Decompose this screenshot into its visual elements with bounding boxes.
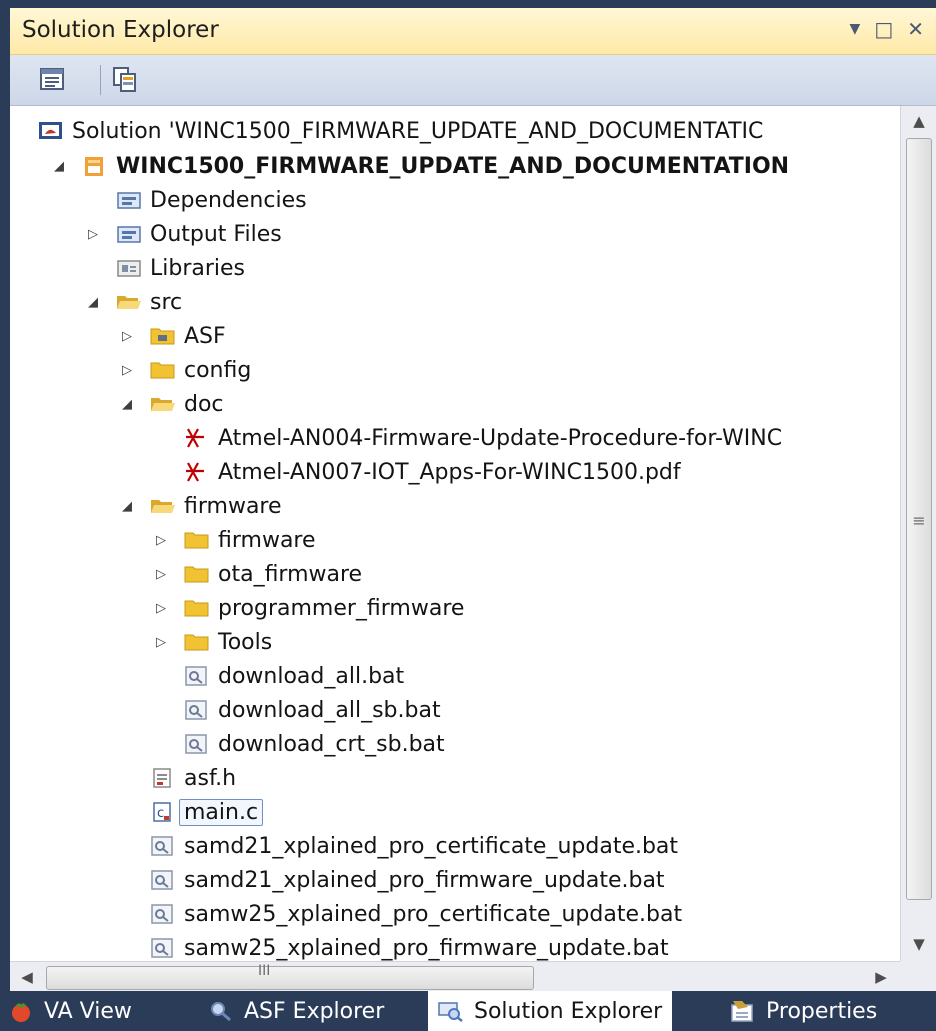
tree-item-main-c[interactable]: c main.c bbox=[116, 795, 264, 829]
panel-title: Solution Explorer bbox=[22, 17, 219, 43]
tree-item-programmer-firmware[interactable]: ▷ programmer_firmware bbox=[150, 591, 464, 625]
tree-item-output-files[interactable]: ▷ Output Files bbox=[82, 217, 282, 251]
toolbar bbox=[10, 55, 936, 106]
batch-file-icon bbox=[151, 904, 173, 924]
solution-explorer-panel: Solution Explorer ▼ □ ✕ Solution 'WINC15… bbox=[10, 8, 936, 991]
properties-icon[interactable] bbox=[38, 65, 68, 95]
tab-properties[interactable]: Properties bbox=[730, 991, 887, 1031]
scroll-up-icon[interactable]: ▲ bbox=[901, 106, 936, 136]
tree-item-src[interactable]: ◢ src bbox=[82, 285, 182, 319]
toolbar-separator bbox=[100, 65, 101, 95]
tree-item-config[interactable]: ▷ config bbox=[116, 353, 251, 387]
collapse-arrow-icon[interactable]: ◢ bbox=[48, 159, 70, 174]
library-icon bbox=[117, 260, 141, 277]
tree-item-samw25-fw[interactable]: samw25_xplained_pro_firmware_update.bat bbox=[116, 931, 669, 961]
scroll-right-icon[interactable]: ▶ bbox=[866, 962, 896, 991]
folder-icon bbox=[184, 600, 209, 617]
panel-title-bar[interactable]: Solution Explorer ▼ □ ✕ bbox=[10, 8, 936, 55]
expand-arrow-icon[interactable]: ▷ bbox=[150, 601, 172, 616]
folder-icon bbox=[184, 532, 209, 549]
tree-item-samw25-cert[interactable]: samw25_xplained_pro_certificate_update.b… bbox=[116, 897, 682, 931]
solution-explorer-icon bbox=[438, 1002, 463, 1022]
solution-tree: Solution 'WINC1500_FIRMWARE_UPDATE_AND_D… bbox=[10, 106, 900, 961]
scroll-grip-icon: III bbox=[258, 963, 271, 979]
expand-arrow-icon[interactable]: ▷ bbox=[82, 227, 104, 242]
tree-item-doc[interactable]: ◢ doc bbox=[116, 387, 224, 421]
header-file-icon bbox=[153, 768, 171, 788]
vertical-scrollbar[interactable]: ▲ ≡ ▼ bbox=[900, 106, 936, 961]
tree-item-download-all[interactable]: download_all.bat bbox=[150, 659, 404, 693]
tree-item-asf-h[interactable]: asf.h bbox=[116, 761, 236, 795]
folder-icon bbox=[184, 634, 209, 651]
folder-icon bbox=[184, 566, 209, 583]
expand-arrow-icon[interactable]: ▷ bbox=[150, 533, 172, 548]
horizontal-scroll-thumb[interactable] bbox=[46, 966, 534, 990]
folder-open-icon bbox=[151, 398, 175, 411]
batch-file-icon bbox=[185, 666, 207, 686]
tree-item-libraries[interactable]: Libraries bbox=[82, 251, 245, 285]
tree-item-pdf-an007[interactable]: Atmel-AN007-IOT_Apps-For-WINC1500.pdf bbox=[150, 455, 681, 489]
tree-item-download-all-sb[interactable]: download_all_sb.bat bbox=[150, 693, 441, 727]
reference-folder-icon bbox=[117, 226, 141, 243]
magnifier-icon bbox=[211, 1002, 231, 1022]
batch-file-icon bbox=[185, 734, 207, 754]
tab-va-view[interactable]: VA View bbox=[8, 991, 142, 1031]
collapse-arrow-icon[interactable]: ◢ bbox=[82, 295, 104, 310]
batch-file-icon bbox=[151, 836, 173, 856]
horizontal-scrollbar[interactable]: ◀ III ▶ bbox=[10, 961, 900, 991]
tree-item-firmware-parent[interactable]: ◢ firmware bbox=[116, 489, 282, 523]
pdf-icon bbox=[186, 428, 204, 448]
folder-icon bbox=[150, 362, 175, 379]
expand-arrow-icon[interactable]: ▷ bbox=[150, 567, 172, 582]
batch-file-icon bbox=[151, 870, 173, 890]
c-file-icon: c bbox=[153, 802, 171, 822]
show-all-files-icon[interactable] bbox=[110, 65, 140, 95]
tree-item-asf[interactable]: ▷ ASF bbox=[116, 319, 226, 353]
properties-tab-icon bbox=[731, 1001, 753, 1022]
reference-folder-icon bbox=[117, 192, 141, 209]
folder-open-icon bbox=[117, 296, 141, 309]
tomato-icon bbox=[12, 1003, 30, 1022]
collapse-arrow-icon[interactable]: ◢ bbox=[116, 397, 138, 412]
batch-file-icon bbox=[185, 700, 207, 720]
tab-asf-explorer[interactable]: ASF Explorer bbox=[208, 991, 394, 1031]
tree-item-samd21-fw[interactable]: samd21_xplained_pro_firmware_update.bat bbox=[116, 863, 665, 897]
solution-icon bbox=[39, 122, 62, 139]
tree-item-dependencies[interactable]: Dependencies bbox=[82, 183, 307, 217]
expand-arrow-icon[interactable]: ▷ bbox=[150, 635, 172, 650]
folder-open-icon bbox=[151, 500, 175, 513]
tree-item-ota-firmware[interactable]: ▷ ota_firmware bbox=[150, 557, 362, 591]
svg-text:c: c bbox=[157, 806, 164, 821]
scrollbar-corner bbox=[900, 961, 936, 991]
window-buttons: ▼ □ ✕ bbox=[850, 15, 924, 43]
scroll-grip-icon: ≡ bbox=[912, 511, 926, 530]
scroll-down-icon[interactable]: ▼ bbox=[901, 929, 936, 959]
tree-item-project[interactable]: ◢ WINC1500_FIRMWARE_UPDATE_AND_DOCUMENTA… bbox=[48, 149, 789, 183]
tree-item-solution[interactable]: Solution 'WINC1500_FIRMWARE_UPDATE_AND_D… bbox=[38, 114, 763, 148]
project-icon bbox=[85, 157, 103, 176]
asf-folder-icon bbox=[150, 328, 175, 345]
tab-solution-explorer[interactable]: Solution Explorer bbox=[428, 991, 673, 1031]
pdf-icon bbox=[186, 462, 204, 482]
batch-file-icon bbox=[151, 938, 173, 958]
dropdown-arrow-icon[interactable]: ▼ bbox=[850, 15, 861, 43]
close-icon[interactable]: ✕ bbox=[907, 15, 924, 43]
tool-window-tabs: VA View ASF Explorer Solution Explorer P… bbox=[0, 991, 936, 1031]
expand-arrow-icon[interactable]: ▷ bbox=[116, 329, 138, 344]
maximize-icon[interactable]: □ bbox=[874, 15, 893, 43]
tree-item-download-crt-sb[interactable]: download_crt_sb.bat bbox=[150, 727, 445, 761]
collapse-arrow-icon[interactable]: ◢ bbox=[116, 499, 138, 514]
scroll-left-icon[interactable]: ◀ bbox=[12, 962, 42, 991]
tree-item-samd21-cert[interactable]: samd21_xplained_pro_certificate_update.b… bbox=[116, 829, 678, 863]
tree-item-tools[interactable]: ▷ Tools bbox=[150, 625, 272, 659]
expand-arrow-icon[interactable]: ▷ bbox=[116, 363, 138, 378]
tree-item-firmware[interactable]: ▷ firmware bbox=[150, 523, 316, 557]
tree-item-pdf-an004[interactable]: Atmel-AN004-Firmware-Update-Procedure-fo… bbox=[150, 421, 782, 455]
